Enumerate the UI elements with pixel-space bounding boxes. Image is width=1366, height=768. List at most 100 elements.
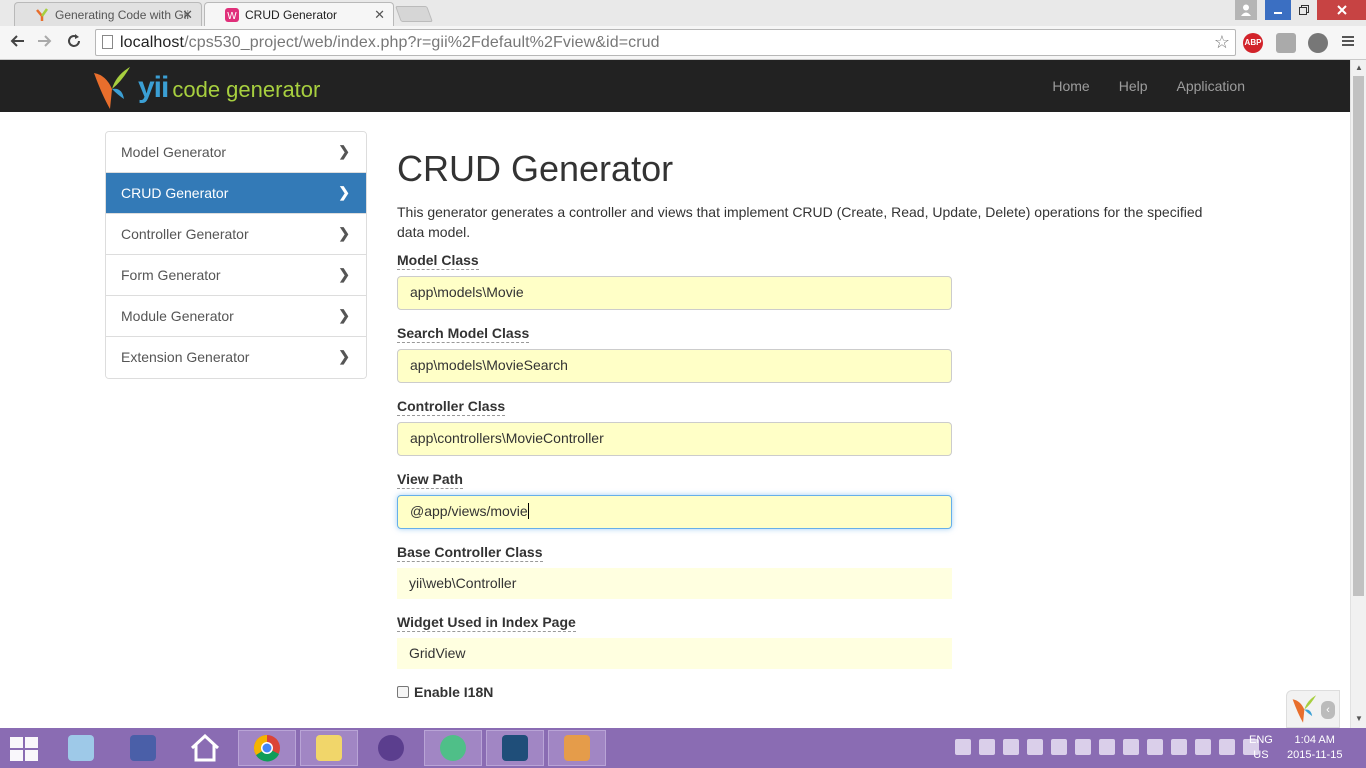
field-label: Search Model Class: [397, 325, 530, 343]
chevron-right-icon: ❯: [338, 225, 350, 241]
scroll-thumb[interactable]: [1353, 76, 1364, 596]
volume-icon[interactable]: [1195, 739, 1211, 755]
address-bar[interactable]: localhost/cps530_project/web/index.php?r…: [95, 29, 1236, 56]
sidebar-item-module-generator[interactable]: Module Generator ❯: [106, 296, 366, 337]
taskbar-app-chrome[interactable]: [238, 730, 296, 766]
sidebar-item-label: Model Generator: [121, 144, 227, 160]
atom-icon: [440, 735, 466, 761]
nav-link-application[interactable]: Application: [1177, 78, 1246, 94]
debug-toolbar-toggle[interactable]: ‹: [1286, 690, 1340, 728]
field-label: Base Controller Class: [397, 544, 543, 562]
taskbar-app-explorer[interactable]: [300, 730, 358, 766]
sidebar-item-crud-generator[interactable]: CRUD Generator ❯: [106, 173, 366, 214]
field-label: Widget Used in Index Page: [397, 614, 576, 632]
chevron-right-icon: ❯: [338, 143, 350, 159]
field-label: Controller Class: [397, 398, 506, 416]
restore-button[interactable]: [1291, 0, 1317, 20]
flag-icon[interactable]: [1171, 739, 1187, 755]
notepad-icon: [68, 735, 94, 761]
user-profile-icon[interactable]: [1235, 0, 1257, 20]
generator-sidebar: Model Generator ❯ CRUD Generator ❯ Contr…: [105, 131, 367, 379]
yii-logo-icon: [94, 67, 130, 109]
system-clock[interactable]: 1:04 AM 2015-11-15: [1287, 733, 1342, 763]
taskbar-app-home[interactable]: [176, 730, 234, 766]
controller-class-input[interactable]: app\controllers\MovieController: [397, 422, 952, 456]
extension-icon[interactable]: [1308, 33, 1328, 53]
signal-icon[interactable]: [1219, 739, 1235, 755]
chevron-right-icon: ❯: [338, 184, 350, 200]
tray-icon[interactable]: [1027, 739, 1043, 755]
close-window-button[interactable]: [1317, 0, 1366, 20]
battery-icon[interactable]: [1147, 739, 1163, 755]
taskbar-app-atom[interactable]: [424, 730, 482, 766]
tab-close-icon[interactable]: ✕: [374, 7, 385, 23]
extension-icon[interactable]: [1276, 33, 1296, 53]
forward-arrow-icon[interactable]: [37, 33, 53, 54]
back-arrow-icon[interactable]: [9, 33, 25, 54]
taskbar-app-mysql[interactable]: [486, 730, 544, 766]
nav-link-help[interactable]: Help: [1119, 78, 1148, 94]
tab-crud-generator[interactable]: W CRUD Generator ✕: [204, 2, 394, 26]
tab-close-icon[interactable]: ✕: [182, 7, 193, 23]
tray-icon[interactable]: [1003, 739, 1019, 755]
brand-yii: yii: [138, 71, 169, 104]
sidebar-item-label: Form Generator: [121, 267, 221, 283]
page-icon: [102, 35, 113, 49]
nav-link-home[interactable]: Home: [1052, 78, 1089, 94]
network-icon: [130, 735, 156, 761]
view-path-input[interactable]: @app/views/movie: [397, 495, 952, 529]
home-icon: [190, 734, 220, 762]
chrome-icon: [253, 734, 280, 762]
taskbar-app-paint[interactable]: [548, 730, 606, 766]
chevron-right-icon: ❯: [338, 348, 350, 364]
main-content: CRUD Generator This generator generates …: [397, 148, 1227, 700]
sidebar-item-label: Controller Generator: [121, 226, 249, 242]
windows-taskbar: ENG US 1:04 AM 2015-11-15: [0, 728, 1366, 768]
sidebar-item-model-generator[interactable]: Model Generator ❯: [106, 132, 366, 173]
sidebar-item-form-generator[interactable]: Form Generator ❯: [106, 255, 366, 296]
browser-toolbar: localhost/cps530_project/web/index.php?r…: [0, 26, 1366, 60]
scroll-down-arrow-icon[interactable]: ▼: [1355, 714, 1363, 723]
enable-i18n-label[interactable]: Enable I18N: [414, 684, 493, 700]
new-tab-button[interactable]: [395, 6, 433, 22]
taskbar-app-notepad[interactable]: [52, 730, 110, 766]
search-model-class-input[interactable]: app\models\MovieSearch: [397, 349, 952, 383]
paint-icon: [564, 735, 590, 761]
bookmark-star-icon[interactable]: ☆: [1214, 32, 1230, 53]
view-path-value: @app/views/movie: [410, 503, 528, 519]
minimize-button[interactable]: [1265, 0, 1291, 20]
tab-generating-code[interactable]: Generating Code with Gii ✕: [14, 2, 202, 26]
language-indicator[interactable]: ENG US: [1249, 733, 1273, 763]
taskbar-app-network[interactable]: [114, 730, 172, 766]
sidebar-item-controller-generator[interactable]: Controller Generator ❯: [106, 214, 366, 255]
chevron-right-icon: ❯: [338, 307, 350, 323]
enable-i18n-checkbox[interactable]: [397, 686, 409, 698]
model-class-input[interactable]: app\models\Movie: [397, 276, 952, 310]
tray-icon[interactable]: [955, 739, 971, 755]
tray-icon[interactable]: [1123, 739, 1139, 755]
mysql-icon: [502, 735, 528, 761]
scroll-up-arrow-icon[interactable]: ▲: [1355, 63, 1363, 72]
sidebar-item-extension-generator[interactable]: Extension Generator ❯: [106, 337, 366, 378]
tray-icon[interactable]: [979, 739, 995, 755]
page-scrollbar[interactable]: ▲ ▼: [1350, 60, 1366, 728]
windows-start-icon[interactable]: [10, 737, 38, 761]
tray-icon[interactable]: [1075, 739, 1091, 755]
tray-icon[interactable]: [1099, 739, 1115, 755]
tab-title: Generating Code with Gii: [55, 8, 190, 22]
enable-i18n-row: Enable I18N: [397, 684, 1227, 700]
adblock-icon[interactable]: ABP: [1243, 33, 1263, 53]
index-widget-value[interactable]: GridView: [397, 638, 952, 669]
tray-icon[interactable]: [1051, 739, 1067, 755]
chrome-menu-icon[interactable]: [1341, 34, 1355, 53]
base-controller-class-value[interactable]: yii\web\Controller: [397, 568, 952, 599]
base-controller-class-field: Base Controller Class yii\web\Controller: [397, 544, 1227, 599]
chevron-right-icon: ❯: [338, 266, 350, 282]
controller-class-field: Controller Class app\controllers\MovieCo…: [397, 398, 1227, 456]
field-label: View Path: [397, 471, 463, 489]
reload-icon[interactable]: [66, 33, 82, 54]
index-widget-field: Widget Used in Index Page GridView: [397, 614, 1227, 669]
url-host: localhost: [120, 34, 185, 51]
taskbar-app-github[interactable]: [362, 730, 420, 766]
github-icon: [378, 735, 404, 761]
